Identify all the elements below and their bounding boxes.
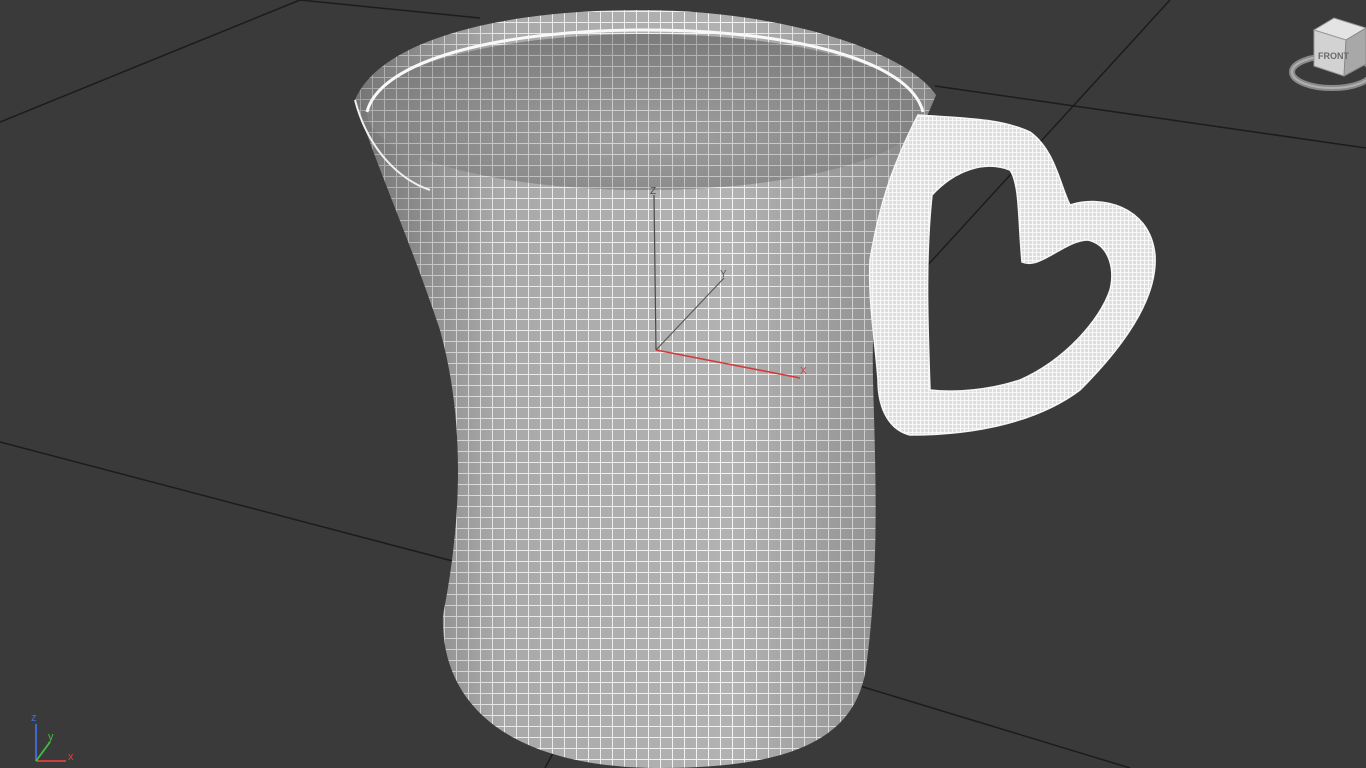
axis-y-label: y <box>48 731 54 743</box>
gizmo-y-label: Y <box>720 269 727 280</box>
gizmo-x-label: X <box>800 366 807 377</box>
perspective-viewport[interactable]: X Y Z FRONT x y z <box>0 0 1366 768</box>
viewcube-front-label: FRONT <box>1318 51 1349 61</box>
heart-handle <box>868 114 1156 436</box>
mug-mesh[interactable] <box>354 10 1156 768</box>
axis-z-label: z <box>31 712 37 724</box>
axis-tripod: x y z <box>31 712 74 763</box>
viewport-scene: X Y Z <box>0 0 1366 768</box>
viewcube[interactable]: FRONT <box>1288 8 1366 104</box>
axis-x-label: x <box>68 751 74 763</box>
gizmo-z-label: Z <box>650 186 656 197</box>
